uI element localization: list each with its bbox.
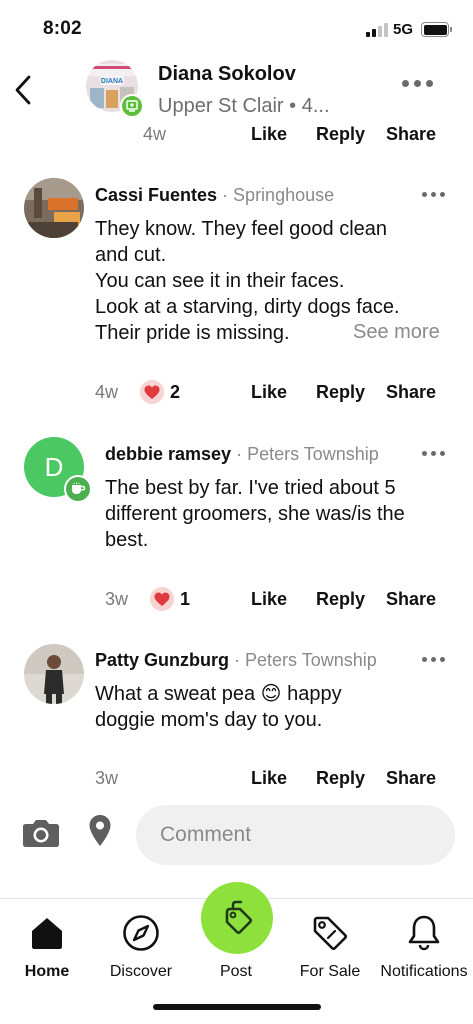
comment-header: Cassi Fuentes · Springhouse (95, 185, 335, 205)
nav-label: Home (24, 963, 70, 980)
nav-label: Notifications (380, 963, 468, 980)
comment-avatar[interactable]: D (24, 437, 92, 503)
reaction-count: 2 (170, 381, 181, 402)
camera-button[interactable] (22, 818, 60, 853)
nav-notifications[interactable]: Notifications (377, 913, 471, 981)
reaction-summary[interactable]: 2 (140, 380, 180, 404)
heart-icon (154, 592, 170, 606)
comment-more-icon[interactable] (422, 657, 445, 662)
comment-author[interactable]: debbie ramsey (105, 444, 231, 464)
comment-header: Patty Gunzburg · Peters Township (95, 650, 377, 670)
nav-discover[interactable]: Discover (94, 913, 188, 981)
bell-icon (408, 915, 440, 951)
nav-label: Discover (109, 963, 173, 980)
compass-icon (123, 915, 159, 951)
nav-home[interactable]: Home (0, 913, 94, 981)
sell-tag-icon (225, 900, 253, 935)
comment-input[interactable] (136, 805, 455, 865)
price-tag-icon (313, 916, 348, 951)
svg-text:DIANA: DIANA (101, 78, 123, 85)
heart-icon (144, 385, 160, 399)
reply-button[interactable]: Reply (316, 382, 365, 403)
comment-location: Springhouse (233, 185, 335, 205)
comment-text: The best by far. I've tried about 5 diff… (105, 477, 405, 551)
coffee-badge-icon (64, 475, 92, 503)
reply-button[interactable]: Reply (316, 589, 365, 610)
share-button[interactable]: Share (386, 768, 436, 789)
comment-actions-row: 3w 1 Like Reply Share (0, 587, 473, 613)
comment-text: What a sweat pea 😊 happy doggie mom's da… (95, 683, 342, 731)
back-button[interactable] (10, 72, 36, 108)
avatar-image (24, 644, 84, 704)
home-icon (32, 918, 62, 949)
status-bar: 8:02 5G (0, 0, 473, 54)
like-button[interactable]: Like (251, 382, 287, 403)
comment-author[interactable]: Patty Gunzburg (95, 650, 229, 670)
comment-age: 3w (105, 589, 129, 609)
home-indicator (153, 1004, 321, 1010)
network-label: 5G (393, 21, 414, 38)
comment-header: debbie ramsey · Peters Township (105, 444, 379, 464)
post-author-avatar[interactable]: DIANA (86, 60, 144, 118)
post-button[interactable] (201, 882, 273, 954)
location-button[interactable] (88, 814, 112, 853)
comment-more-icon[interactable] (422, 451, 445, 456)
comment-author[interactable]: Cassi Fuentes (95, 185, 217, 205)
signal-icon (366, 23, 388, 37)
comment-location: Peters Township (245, 650, 377, 670)
reply-button[interactable]: Reply (316, 768, 365, 789)
status-time: 8:02 (43, 18, 82, 39)
share-button[interactable]: Share (386, 589, 436, 610)
camera-icon (23, 820, 59, 847)
post-author-location: Upper St Clair • 4... (158, 95, 330, 117)
reply-button[interactable]: Reply (316, 124, 365, 145)
reaction-summary[interactable]: 1 (150, 587, 190, 611)
like-button[interactable]: Like (251, 589, 287, 610)
like-button[interactable]: Like (251, 124, 287, 145)
comment-avatar[interactable] (24, 644, 84, 704)
share-button[interactable]: Share (386, 124, 436, 145)
more-options-icon[interactable] (402, 80, 433, 87)
battery-icon (421, 22, 452, 37)
nav-label: Post (219, 963, 252, 980)
see-more-link[interactable]: See more (353, 321, 440, 344)
reaction-count: 1 (180, 588, 191, 609)
comment-age: 3w (95, 768, 119, 788)
comment-more-icon[interactable] (422, 192, 445, 197)
post-author-name[interactable]: Diana Sokolov (158, 63, 296, 86)
post-actions-row: 4w Like Reply Share (0, 122, 473, 148)
nav-for-sale[interactable]: For Sale (283, 913, 377, 981)
chevron-left-icon (15, 75, 31, 105)
like-button[interactable]: Like (251, 768, 287, 789)
comment-age: 4w (95, 382, 119, 402)
comment-composer (0, 800, 473, 872)
comment-actions-row: 3w Like Reply Share (0, 766, 473, 792)
post-age: 4w (143, 124, 167, 144)
smile-emoji: 😊 (260, 683, 282, 705)
comment-location: Peters Township (247, 444, 379, 464)
avatar-image (24, 178, 84, 238)
comment-actions-row: 4w 2 Like Reply Share (0, 380, 473, 406)
nav-label: For Sale (299, 963, 361, 980)
comment-avatar[interactable] (24, 178, 84, 238)
location-pin-icon (89, 815, 111, 846)
agency-badge-icon (120, 94, 144, 118)
share-button[interactable]: Share (386, 382, 436, 403)
